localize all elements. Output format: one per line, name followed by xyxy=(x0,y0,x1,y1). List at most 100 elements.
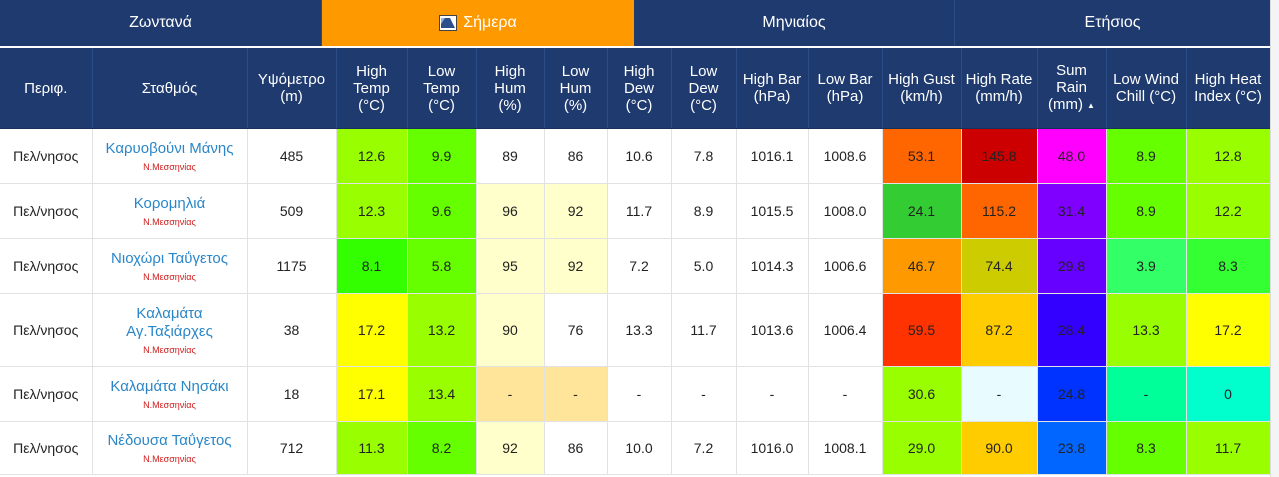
cell-altitude: 485 xyxy=(247,128,337,184)
col-header-text: Low Bar xyxy=(817,71,873,88)
col-header-text: Low Wind xyxy=(1113,71,1179,88)
tab-monthly[interactable]: Μηνιαίος xyxy=(634,0,955,46)
cell-low-wind-chill: 3.9 xyxy=(1106,238,1187,294)
station-name-line: Αγ.Ταξιάρχες xyxy=(126,323,213,340)
subregion-label: Ν.Μεσσηνίας xyxy=(143,272,196,282)
col-header-text: Rain xyxy=(1056,79,1087,97)
cell-high-temp: 12.6 xyxy=(336,128,408,184)
cell-low-dew: 11.7 xyxy=(671,293,737,367)
col-header-low-hum[interactable]: Low Hum (%) xyxy=(544,48,608,129)
cell-low-wind-chill: 8.9 xyxy=(1106,183,1187,239)
cell-low-bar: 1006.4 xyxy=(808,293,883,367)
sort-ascending-icon: ▲ xyxy=(1087,100,1095,110)
col-header-text: (°C) xyxy=(625,96,653,114)
col-header-region[interactable]: Περιφ. xyxy=(0,48,93,129)
station-link[interactable]: Καλαμάτα Αγ.Ταξιάρχες xyxy=(93,305,247,341)
cell-high-temp: 11.3 xyxy=(336,421,408,475)
cell-low-wind-chill: 13.3 xyxy=(1106,293,1187,367)
cell-low-wind-chill: - xyxy=(1106,366,1187,422)
station-link[interactable]: Νιοχώρι Ταΰγετος xyxy=(93,250,247,268)
col-header-low-temp[interactable]: Low Temp (°C) xyxy=(407,48,477,129)
cell-high-gust: 29.0 xyxy=(882,421,962,475)
station-cell: Νιοχώρι Ταΰγετος Ν.Μεσσηνίας xyxy=(92,238,248,294)
cell-low-temp: 9.6 xyxy=(407,183,477,239)
station-link[interactable]: Κορομηλιά xyxy=(93,195,247,213)
station-link[interactable]: Νέδουσα Ταΰγετος xyxy=(93,432,247,450)
col-header-station[interactable]: Σταθμός xyxy=(92,48,248,129)
cell-high-hum: 90 xyxy=(476,293,545,367)
cell-high-temp: 8.1 xyxy=(336,238,408,294)
cell-high-bar: - xyxy=(736,366,809,422)
col-header-text: Low xyxy=(689,62,718,80)
cell-high-temp: 17.1 xyxy=(336,366,408,422)
col-header-low-wind-chill[interactable]: Low Wind Chill (°C) xyxy=(1106,48,1187,129)
tab-today[interactable]: Σήμερα xyxy=(322,0,634,46)
tab-today-label: Σήμερα xyxy=(463,14,517,31)
tab-live-label: Ζωντανά xyxy=(129,14,192,31)
col-header-high-gust[interactable]: High Gust (km/h) xyxy=(882,48,962,129)
col-header-low-dew[interactable]: Low Dew (°C) xyxy=(671,48,737,129)
cell-altitude: 38 xyxy=(247,293,337,367)
col-header-altitude[interactable]: Υψόμετρο (m) xyxy=(247,48,337,129)
tab-live[interactable]: Ζωντανά xyxy=(0,0,322,46)
cell-high-rate: 145.8 xyxy=(961,128,1038,184)
station-link[interactable]: Καρυοβούνι Μάνης xyxy=(93,140,247,158)
station-name-line: Νιοχώρι Ταΰγετος xyxy=(111,250,228,267)
table-row: Πελ/νησος Κορομηλιά Ν.Μεσσηνίας 509 12.3 9.6 9… xyxy=(0,183,1271,239)
col-header-high-temp[interactable]: High Temp (°C) xyxy=(336,48,408,129)
cell-low-hum: - xyxy=(544,366,608,422)
col-header-low-bar[interactable]: Low Bar (hPa) xyxy=(808,48,883,129)
cell-low-temp: 13.2 xyxy=(407,293,477,367)
stations-table: Περιφ. Σταθμός Υψόμετρο (m) High Temp (°C) Low T… xyxy=(0,48,1271,475)
col-header-text: Hum xyxy=(494,79,526,97)
col-header-text: Dew xyxy=(688,79,719,97)
station-cell: Καλαμάτα Νησάκι Ν.Μεσσηνίας xyxy=(92,366,248,422)
col-header-high-heat-index[interactable]: High Heat Index (°C) xyxy=(1186,48,1271,129)
col-header-sum-rain[interactable]: Sum Rain (mm) ▲ xyxy=(1037,48,1107,129)
col-header-text: (%) xyxy=(563,96,588,114)
station-link[interactable]: Καλαμάτα Νησάκι xyxy=(93,378,247,396)
cell-high-bar: 1014.3 xyxy=(736,238,809,294)
col-header-text: Temp xyxy=(353,79,390,97)
cell-sum-rain: 24.8 xyxy=(1037,366,1107,422)
col-header-text: (km/h) xyxy=(900,88,943,105)
station-name-line: Καλαμάτα Νησάκι xyxy=(110,378,229,395)
col-header-text: (°C) xyxy=(428,96,455,114)
col-header-text: High Bar xyxy=(742,71,802,88)
region-cell: Πελ/νησος xyxy=(0,421,93,475)
col-header-text: High Heat xyxy=(1194,71,1262,88)
cell-high-dew: 10.0 xyxy=(607,421,672,475)
tab-yearly[interactable]: Ετήσιος xyxy=(955,0,1270,46)
col-header-high-hum[interactable]: High Hum (%) xyxy=(476,48,545,129)
cell-low-dew: 5.0 xyxy=(671,238,737,294)
cell-low-dew: 8.9 xyxy=(671,183,737,239)
col-header-text: Sum xyxy=(1056,62,1087,80)
cell-low-dew: 7.8 xyxy=(671,128,737,184)
col-header-high-bar[interactable]: High Bar (hPa) xyxy=(736,48,809,129)
col-header-text: Low xyxy=(561,62,590,80)
cell-low-bar: 1008.0 xyxy=(808,183,883,239)
cell-altitude: 712 xyxy=(247,421,337,475)
col-header-text: (°C) xyxy=(690,96,717,114)
col-header-text: High xyxy=(356,62,387,80)
col-header-high-rate[interactable]: High Rate (mm/h) xyxy=(961,48,1038,129)
vertical-scrollbar[interactable] xyxy=(1270,0,1279,477)
cell-low-temp: 5.8 xyxy=(407,238,477,294)
cell-high-dew: 7.2 xyxy=(607,238,672,294)
cell-high-rate: 87.2 xyxy=(961,293,1038,367)
region-cell: Πελ/νησος xyxy=(0,366,93,422)
cell-low-hum: 92 xyxy=(544,238,608,294)
region-cell: Πελ/νησος xyxy=(0,238,93,294)
subregion-label: Ν.Μεσσηνίας xyxy=(143,345,196,355)
col-header-text: (%) xyxy=(498,96,522,114)
col-header-high-dew[interactable]: High Dew (°C) xyxy=(607,48,672,129)
cell-high-heat-index: 12.8 xyxy=(1186,128,1271,184)
cell-high-heat-index: 17.2 xyxy=(1186,293,1271,367)
col-header-text: Περιφ. xyxy=(24,79,68,97)
cell-high-hum: 89 xyxy=(476,128,545,184)
cell-low-dew: 7.2 xyxy=(671,421,737,475)
cell-high-rate: - xyxy=(961,366,1038,422)
col-header-text: Hum xyxy=(559,79,592,97)
cell-sum-rain: 23.8 xyxy=(1037,421,1107,475)
station-name-line: Κορομηλιά xyxy=(133,195,206,212)
